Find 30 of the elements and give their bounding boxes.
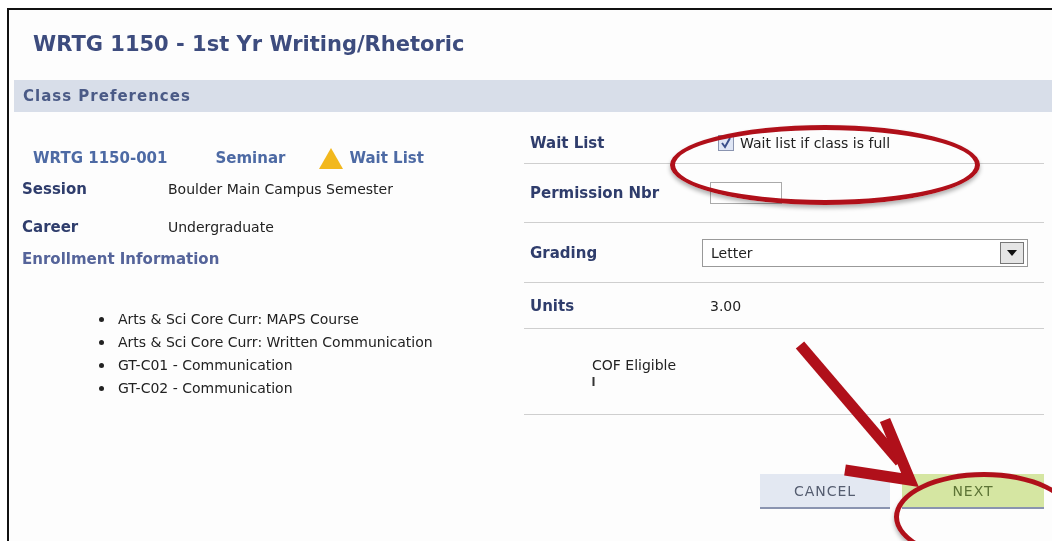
- section-header: Class Preferences: [14, 80, 1052, 112]
- detail-value: Boulder Main Campus Semester: [168, 181, 393, 197]
- grading-dropdown[interactable]: Letter: [702, 238, 1028, 267]
- detail-value: Undergraduate: [168, 219, 274, 235]
- bullet-icon: [99, 317, 104, 322]
- page-title: WRTG 1150 - 1st Yr Writing/Rhetoric: [32, 31, 466, 58]
- field-label: COF Eligible: [592, 357, 677, 373]
- field-label: Permission Nbr: [529, 184, 661, 202]
- status-link[interactable]: Wait List: [349, 149, 424, 167]
- component-link[interactable]: Seminar: [215, 149, 286, 167]
- bullet-icon: [99, 386, 104, 391]
- field-label: Units: [529, 296, 576, 315]
- field-label: Wait List: [529, 133, 606, 152]
- list-item: GT-C01 - Communication: [118, 356, 294, 375]
- detail-label: Session: [22, 180, 88, 198]
- checkbox-label: Wait list if class is full: [740, 134, 891, 151]
- small-mark-icon: [592, 377, 595, 386]
- bullet-icon: [99, 363, 104, 368]
- field-label: Grading: [529, 243, 599, 262]
- list-item: Arts & Sci Core Curr: MAPS Course: [118, 310, 360, 329]
- cancel-button[interactable]: CANCEL: [760, 474, 890, 509]
- field-value: 3.00: [710, 297, 742, 314]
- list-item: GT-C02 - Communication: [118, 379, 294, 398]
- dropdown-arrow-icon: [1007, 249, 1017, 256]
- section-label: Enrollment Information: [22, 250, 221, 268]
- warning-icon: [318, 146, 345, 170]
- bullet-icon: [99, 340, 104, 345]
- list-item: Arts & Sci Core Curr: Written Communication: [118, 333, 434, 352]
- class-number-link[interactable]: WRTG 1150-001: [33, 149, 168, 167]
- detail-label: Career: [22, 218, 80, 236]
